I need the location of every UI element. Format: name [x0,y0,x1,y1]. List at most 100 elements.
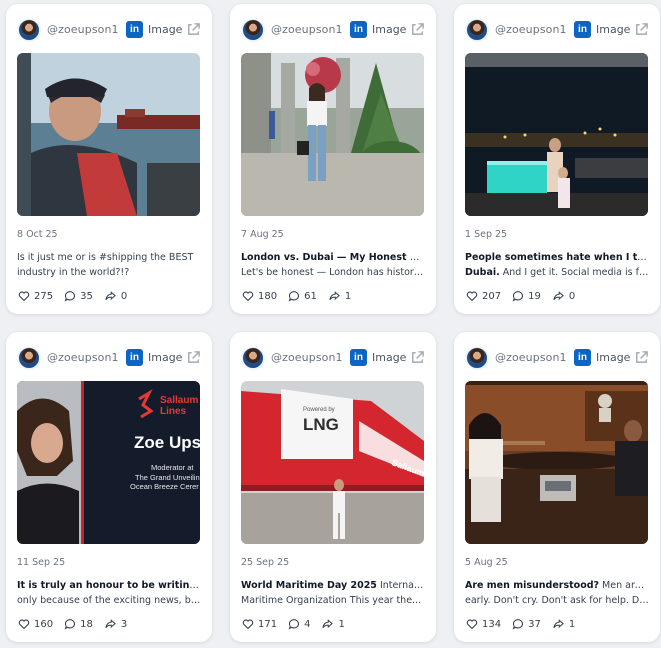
external-link-icon[interactable] [186,22,201,37]
post-card[interactable]: @zoeupson1 in Image 1 Sep 25 People some… [454,4,660,314]
media-type-label: Image [148,23,183,36]
comment-icon [512,619,524,630]
comment-icon [288,291,300,302]
comment-icon [288,619,300,630]
heart-icon [466,619,478,630]
post-card[interactable]: @zoeupson1 in Image [454,332,660,642]
comment-icon [64,619,76,630]
comments-stat[interactable]: 61 [288,290,317,302]
post-caption[interactable]: London vs. Dubai — My Honest Review Let'… [241,250,425,280]
shares-stat[interactable]: 1 [321,618,345,630]
post-image[interactable] [465,381,648,544]
comments-count: 35 [80,290,93,302]
external-link-icon[interactable] [634,22,649,37]
heart-icon [242,291,254,302]
external-link-icon[interactable] [410,350,425,365]
post-image[interactable] [465,53,648,216]
posts-grid: @zoeupson1 in Image 8 Oct 25 Is it just … [0,0,661,648]
post-caption[interactable]: It is truly an honour to be writing this… [17,578,201,608]
avatar[interactable] [241,18,265,42]
shares-stat[interactable]: 1 [328,290,351,302]
engagement-stats: 160 18 3 [18,618,127,630]
caption-line: Are men misunderstood? Men are taught [465,578,649,593]
comments-count: 61 [304,290,317,302]
linkedin-icon: in [126,349,143,366]
overlay-event-line: The Grand Unveilin [135,473,200,482]
post-date: 7 Aug 25 [241,229,284,240]
likes-stat[interactable]: 180 [242,290,277,302]
post-date: 11 Sep 25 [17,557,66,568]
brand-logo-text: Sallaum Lines [160,395,198,417]
post-card[interactable]: @zoeupson1 in Image Powered by LNG Salla… [230,332,436,642]
linkedin-icon: in [126,21,143,38]
comments-stat[interactable]: 35 [64,290,93,302]
comments-count: 37 [528,618,541,630]
post-caption[interactable]: Is it just me or is #shipping the BEST i… [17,250,201,280]
likes-stat[interactable]: 134 [466,618,501,630]
author-handle[interactable]: @zoeupson1 [271,23,343,36]
post-header: @zoeupson1 in Image [6,345,212,373]
author-handle[interactable]: @zoeupson1 [495,23,567,36]
post-card[interactable]: @zoeupson1 in Image [230,4,436,314]
shares-count: 1 [344,290,352,302]
avatar[interactable] [17,18,41,42]
shares-stat[interactable]: 3 [104,618,127,630]
likes-stat[interactable]: 171 [242,618,277,630]
brand-name-2: Lines [160,406,187,417]
author-handle[interactable]: @zoeupson1 [495,351,567,364]
shares-stat[interactable]: 1 [552,618,575,630]
post-date: 1 Sep 25 [465,229,508,240]
likes-stat[interactable]: 207 [466,290,501,302]
caption-line: early. Don't cry. Don't ask for help. Do… [465,595,649,606]
caption-line: industry in the world?!? [17,267,130,278]
external-link-icon[interactable] [634,350,649,365]
post-image[interactable] [241,53,424,216]
engagement-stats: 180 61 1 [242,290,351,302]
share-icon [329,291,340,301]
post-caption[interactable]: World Maritime Day 2025 International Ma… [241,578,425,608]
post-header: @zoeupson1 in Image [454,17,660,45]
comments-stat[interactable]: 18 [64,618,93,630]
media-type-label: Image [596,23,631,36]
post-image[interactable]: Powered by LNG Sallaum [241,381,424,544]
comments-stat[interactable]: 4 [288,618,310,630]
likes-stat[interactable]: 160 [18,618,53,630]
avatar[interactable] [241,346,265,370]
hull-text-small: Powered by [303,407,335,413]
comment-icon [512,291,524,302]
engagement-stats: 171 4 1 [242,618,345,630]
author-handle[interactable]: @zoeupson1 [47,23,119,36]
comments-stat[interactable]: 37 [512,618,541,630]
post-card[interactable]: @zoeupson1 in Image 8 Oct 25 Is it just … [6,4,212,314]
author-handle[interactable]: @zoeupson1 [271,351,343,364]
avatar[interactable] [465,346,489,370]
likes-count: 180 [258,290,278,302]
avatar[interactable] [465,18,489,42]
post-image[interactable]: SallaumLines Zoe Upso Moderator at The G… [17,381,200,544]
post-header: @zoeupson1 in Image [454,345,660,373]
media-type-label: Image [372,23,407,36]
caption-title: Are men misunderstood? [465,580,600,591]
likes-stat[interactable]: 275 [18,290,53,302]
external-link-icon[interactable] [186,350,201,365]
comments-count: 19 [528,290,541,302]
author-handle[interactable]: @zoeupson1 [47,351,119,364]
avatar[interactable] [17,346,41,370]
caption-line: London vs. Dubai — My Honest Review [241,250,425,265]
shares-count: 0 [120,290,128,302]
post-caption[interactable]: Are men misunderstood? Men are taught ea… [465,578,649,608]
overlay-role: Moderator at [151,463,194,472]
comments-stat[interactable]: 19 [512,290,541,302]
shares-stat[interactable]: 0 [104,290,127,302]
caption-line: Maritime Organization This year the... [241,595,422,606]
caption-line: People sometimes hate when I talk about [465,250,649,265]
post-caption[interactable]: People sometimes hate when I talk about … [465,250,649,280]
brand-name: Sallaum [160,395,199,406]
external-link-icon[interactable] [410,22,425,37]
post-card[interactable]: @zoeupson1 in Image Sallaum Lines Zoe Ups… [6,332,212,642]
caption-title: It is truly an honour to be writing this [17,580,201,591]
share-icon [105,619,116,629]
post-image[interactable] [17,53,200,216]
shares-stat[interactable]: 0 [552,290,575,302]
heart-icon [18,291,30,302]
